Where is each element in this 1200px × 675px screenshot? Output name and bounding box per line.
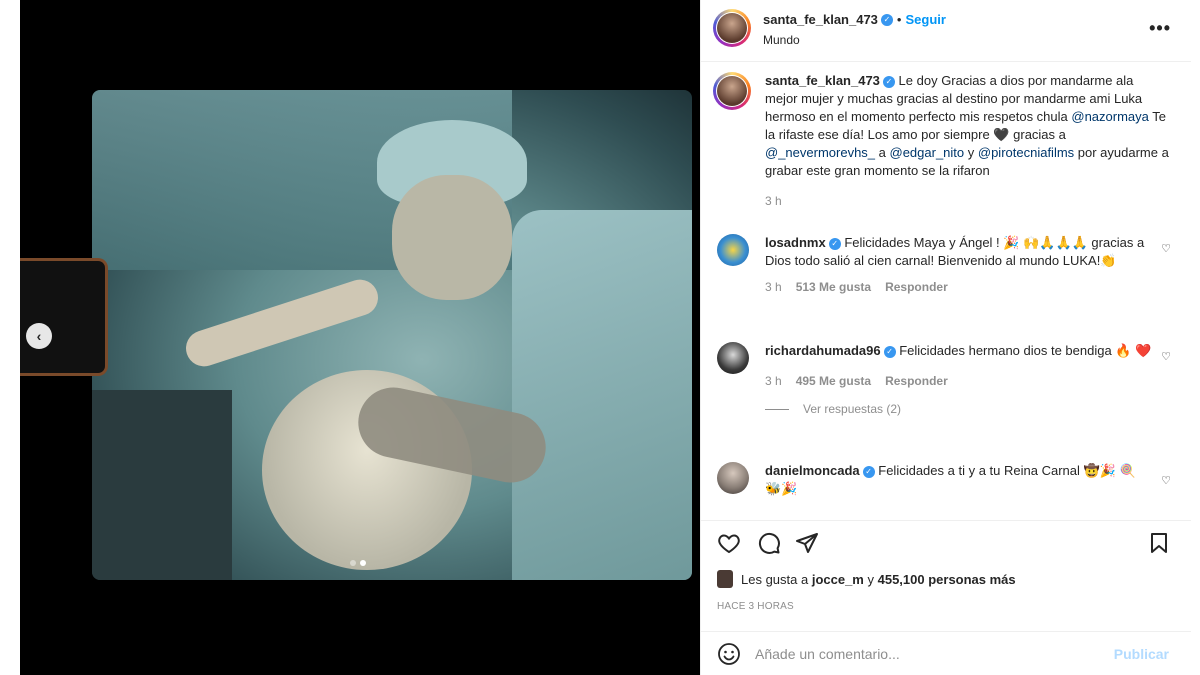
reply-button[interactable]: Responder bbox=[885, 374, 948, 388]
author-username[interactable]: santa_fe_klan_473 bbox=[763, 12, 878, 27]
verified-badge-icon: ✓ bbox=[883, 345, 896, 358]
instagram-post-view: ‹ santa_fe_klan_473✓•Seguir Mundo ••• bbox=[0, 0, 1200, 675]
more-options-icon[interactable]: ••• bbox=[1149, 18, 1171, 39]
caption-username[interactable]: santa_fe_klan_473 bbox=[765, 73, 880, 88]
like-comment-heart-icon[interactable]: ♡ bbox=[1161, 242, 1171, 255]
caption-text: Le doy Gracias a dios por mandarme ala m… bbox=[765, 73, 1169, 178]
commenter-avatar[interactable] bbox=[717, 342, 749, 374]
author-avatar[interactable] bbox=[713, 72, 751, 110]
previous-slide-peek bbox=[20, 258, 108, 376]
publish-button[interactable]: Publicar bbox=[1114, 646, 1169, 662]
reply-button[interactable]: Responder bbox=[885, 280, 948, 294]
author-avatar[interactable] bbox=[713, 9, 751, 47]
comment-item: danielmoncada ✓ Felicidades a ti y a tu R… bbox=[717, 462, 1177, 498]
comment-item: losadnmx ✓ Felicidades Maya y Ángel ! 🎉 🙌… bbox=[717, 234, 1177, 294]
comment-text: Felicidades hermano dios te bendiga 🔥 ❤️ bbox=[899, 343, 1152, 358]
add-comment-bar: Publicar bbox=[701, 631, 1191, 675]
comments-scroll[interactable]: santa_fe_klan_473 ✓ Le doy Gracias a dios… bbox=[701, 62, 1191, 520]
post-location[interactable]: Mundo bbox=[763, 33, 946, 47]
liker-username[interactable]: jocce_m bbox=[812, 572, 864, 587]
emoji-icon[interactable] bbox=[717, 642, 741, 666]
likes-count[interactable]: 455,100 personas más bbox=[878, 572, 1016, 587]
like-heart-icon[interactable] bbox=[717, 531, 741, 555]
verified-badge-icon: ✓ bbox=[828, 237, 841, 250]
post-sidebar: santa_fe_klan_473 ✓ • Seguir Mundo ••• sant… bbox=[700, 0, 1191, 675]
comment-likes[interactable]: 495 Me gusta bbox=[796, 374, 871, 388]
verified-badge-icon: ✓ bbox=[880, 13, 893, 26]
previous-slide-button[interactable]: ‹ bbox=[26, 323, 52, 349]
post-timestamp[interactable]: HACE 3 HORAS bbox=[717, 601, 794, 612]
caption-segment: y bbox=[964, 145, 978, 160]
verified-badge-icon: ✓ bbox=[862, 465, 875, 478]
post-photo bbox=[92, 90, 692, 580]
comment-username[interactable]: richardahumada96 bbox=[765, 343, 881, 358]
comment-input[interactable] bbox=[755, 643, 1085, 665]
carousel-dot bbox=[350, 560, 356, 566]
comment-time: 3 h bbox=[765, 280, 782, 294]
follow-button[interactable]: Seguir bbox=[905, 12, 945, 27]
comment-bubble-icon[interactable] bbox=[757, 531, 781, 555]
comment-username[interactable]: losadnmx bbox=[765, 235, 826, 250]
post-media: ‹ bbox=[20, 0, 700, 675]
liker-avatar[interactable] bbox=[717, 570, 733, 588]
mention-link[interactable]: @edgar_nito bbox=[890, 145, 965, 160]
mention-link[interactable]: @_nevermorevhs_ bbox=[765, 145, 875, 160]
share-send-icon[interactable] bbox=[795, 531, 819, 555]
caption-segment: a bbox=[875, 145, 890, 160]
commenter-avatar[interactable] bbox=[717, 234, 749, 266]
likes-summary: Les gusta a jocce_m y 455,100 personas m… bbox=[717, 570, 1016, 588]
mention-link[interactable]: @pirotecniafilms bbox=[978, 145, 1074, 160]
chevron-left-icon: ‹ bbox=[36, 328, 42, 344]
carousel-dot-active bbox=[360, 560, 366, 566]
verified-badge-icon: ✓ bbox=[882, 75, 895, 88]
mention-link[interactable]: @nazormaya bbox=[1071, 109, 1149, 124]
caption-time: 3 h bbox=[765, 194, 782, 208]
action-bar bbox=[701, 520, 1191, 564]
like-comment-heart-icon[interactable]: ♡ bbox=[1161, 474, 1171, 487]
post-header: santa_fe_klan_473 ✓ • Seguir Mundo ••• bbox=[701, 0, 1191, 62]
comment-item: richardahumada96 ✓ Felicidades hermano di… bbox=[717, 342, 1177, 416]
caption: santa_fe_klan_473 ✓ Le doy Gracias a dios… bbox=[713, 72, 1177, 208]
carousel-indicator bbox=[350, 560, 366, 566]
comment-likes[interactable]: 513 Me gusta bbox=[796, 280, 871, 294]
save-bookmark-icon[interactable] bbox=[1147, 531, 1171, 555]
comment-username[interactable]: danielmoncada bbox=[765, 463, 860, 478]
comment-time: 3 h bbox=[765, 374, 782, 388]
view-replies-button[interactable]: Ver respuestas (2) bbox=[765, 402, 1177, 416]
like-comment-heart-icon[interactable]: ♡ bbox=[1161, 350, 1171, 363]
commenter-avatar[interactable] bbox=[717, 462, 749, 494]
